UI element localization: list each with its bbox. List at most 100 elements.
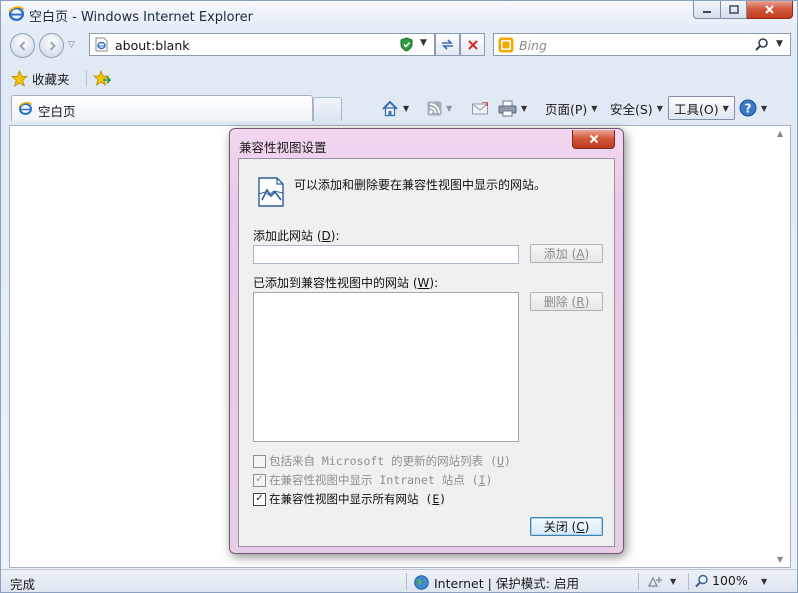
separator [688, 573, 689, 590]
tools-menu-button[interactable]: 工具(O) ▼ [668, 96, 735, 120]
status-text: 完成 [10, 577, 36, 592]
zoom-control[interactable]: 100% [695, 573, 748, 588]
popup-blocker-icon[interactable] [647, 574, 663, 589]
dialog-close-button[interactable] [572, 130, 615, 149]
include-microsoft-list-checkbox[interactable] [253, 454, 266, 468]
address-dropdown-icon[interactable]: ▼ [420, 38, 427, 48]
help-button[interactable]: ? ▼ [739, 97, 767, 119]
add-to-favorites-bar-icon[interactable] [93, 70, 111, 87]
add-site-button[interactable]: 添加 (A) [530, 244, 603, 263]
home-button[interactable]: ▼ [381, 97, 409, 119]
dialog-intro-text: 可以添加和删除要在兼容性视图中显示的网站。 [294, 178, 547, 192]
remove-site-button-key: R [576, 294, 585, 309]
show-intranet-checkbox[interactable]: ✓ [253, 473, 266, 487]
safety-menu-button[interactable]: 安全(S) ▼ [610, 97, 663, 119]
scroll-up-icon[interactable]: ▲ [777, 129, 783, 138]
close-icon [589, 134, 598, 144]
zoom-level: 100% [712, 573, 748, 588]
search-placeholder: Bing [519, 38, 547, 53]
show-all-sites-label: 在兼容性视图中显示所有网站 (E) [269, 492, 447, 506]
add-site-label: 添加此网站 (D): [253, 229, 340, 243]
close-dialog-button[interactable]: 关闭 (C) [530, 517, 603, 536]
home-dropdown-icon[interactable]: ▼ [403, 104, 409, 113]
close-dialog-button-key: C [576, 519, 585, 534]
popup-dropdown-icon[interactable]: ▼ [670, 577, 676, 586]
page-icon [18, 101, 33, 115]
added-sites-label: 已添加到兼容性视图中的网站 (W): [253, 276, 439, 290]
maximize-icon [728, 4, 739, 14]
include-microsoft-list-option[interactable]: 包括来自 Microsoft 的更新的网站列表 (U) [253, 453, 511, 469]
help-dropdown-icon[interactable]: ▼ [761, 104, 767, 113]
add-site-access-key: D [321, 229, 331, 243]
show-intranet-label: 在兼容性视图中显示 Intranet 站点 (I) [269, 473, 493, 487]
address-field[interactable]: about:blank ▼ [89, 33, 435, 56]
show-all-sites-text: 在兼容性视图中显示所有网站 [269, 492, 419, 506]
refresh-icon [442, 39, 453, 50]
minimize-button[interactable] [693, 1, 721, 19]
dialog-body: 可以添加和删除要在兼容性视图中显示的网站。 添加此网站 (D): 添加 (A) … [238, 158, 615, 547]
separator [86, 70, 87, 87]
feeds-button[interactable]: ▼ [427, 97, 452, 119]
address-url: about:blank [115, 38, 190, 53]
page-icon [95, 37, 108, 52]
tab-blank-page[interactable]: 空白页 [11, 95, 313, 121]
remove-site-button-label: 删除 [543, 295, 568, 309]
maximize-button[interactable] [721, 1, 747, 19]
favorites-bar: 收藏夹 [1, 64, 797, 92]
refresh-button[interactable] [435, 33, 460, 56]
search-field[interactable]: Bing ▼ [493, 33, 791, 56]
page-menu-button[interactable]: 页面(P) ▼ [545, 97, 597, 119]
added-sites-label-text: 已添加到兼容性视图中的网站 [253, 276, 410, 290]
zoom-icon [695, 574, 708, 587]
ie-logo-icon [8, 6, 25, 22]
safety-menu-label: 安全(S) [610, 101, 653, 117]
compatibility-shield-icon[interactable] [399, 37, 414, 52]
recent-pages-dropdown-icon[interactable]: ▽ [68, 40, 75, 50]
remove-site-button[interactable]: 删除 (R) [530, 292, 603, 311]
security-zone-label: Internet | 保护模式: 启用 [434, 576, 579, 591]
show-intranet-text: 在兼容性视图中显示 Intranet 站点 [269, 473, 465, 487]
separator [406, 573, 407, 590]
scroll-down-icon[interactable]: ▼ [777, 555, 783, 564]
show-intranet-option[interactable]: ✓ 在兼容性视图中显示 Intranet 站点 (I) [253, 472, 492, 488]
minimize-icon [703, 10, 711, 13]
show-intranet-key: I [478, 473, 486, 487]
zoom-dropdown-icon[interactable]: ▼ [761, 577, 767, 586]
window-title: 空白页 - Windows Internet Explorer [29, 10, 253, 25]
search-icon[interactable] [754, 37, 769, 52]
title-bar: 空白页 - Windows Internet Explorer [1, 1, 797, 27]
security-zone[interactable]: Internet | 保护模式: 启用 [414, 573, 579, 592]
printer-icon [498, 100, 517, 116]
page-menu-dropdown-icon: ▼ [591, 103, 598, 113]
favorites-label: 收藏夹 [32, 71, 70, 87]
vertical-scrollbar[interactable]: ▲ ▼ [773, 126, 790, 567]
back-button[interactable] [10, 33, 35, 58]
tab-label: 空白页 [38, 104, 76, 119]
home-icon [382, 100, 398, 116]
added-sites-list[interactable] [253, 292, 519, 442]
search-dropdown-icon[interactable]: ▼ [776, 39, 783, 49]
broken-page-icon [258, 177, 284, 207]
globe-icon [414, 575, 429, 590]
close-icon [765, 5, 774, 14]
show-all-sites-key: E [432, 492, 440, 506]
add-site-button-label: 添加 [543, 247, 568, 261]
favorites-button[interactable]: 收藏夹 [11, 68, 70, 88]
read-mail-button[interactable] [472, 97, 488, 119]
print-button[interactable]: ▼ [498, 97, 527, 119]
print-dropdown-icon[interactable]: ▼ [521, 104, 527, 113]
new-tab-button[interactable] [313, 97, 342, 121]
stop-button[interactable] [460, 33, 485, 56]
show-all-sites-checkbox[interactable]: ✓ [253, 492, 266, 506]
close-dialog-button-label: 关闭 [543, 520, 568, 534]
help-icon: ? [739, 99, 757, 117]
window-controls [693, 1, 793, 19]
feeds-dropdown-icon[interactable]: ▼ [446, 104, 452, 113]
show-all-sites-option[interactable]: ✓ 在兼容性视图中显示所有网站 (E) [253, 491, 446, 507]
include-microsoft-list-label: 包括来自 Microsoft 的更新的网站列表 (U) [269, 454, 511, 468]
svg-text:?: ? [745, 102, 752, 116]
close-window-button[interactable] [747, 1, 793, 19]
added-sites-access-key: W [417, 276, 430, 290]
add-site-input[interactable] [253, 245, 519, 264]
forward-button[interactable] [39, 33, 64, 58]
